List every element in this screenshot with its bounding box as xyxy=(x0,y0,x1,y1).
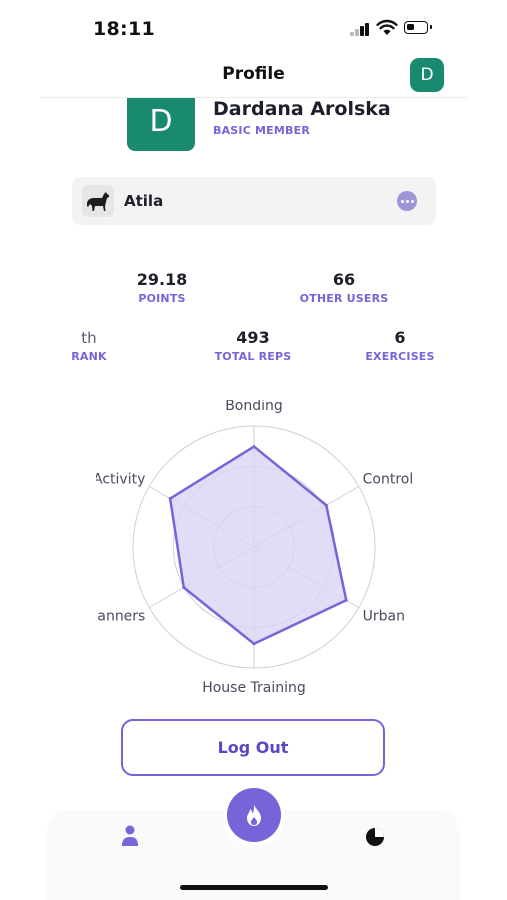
logout-button[interactable]: Log Out xyxy=(121,719,385,776)
flame-icon xyxy=(247,804,261,826)
status-bar: 18:11 xyxy=(0,0,507,58)
radar-axis-label: Bonding xyxy=(225,400,283,414)
radar-axis-label: Manners xyxy=(96,609,145,625)
points-value: 29.18 xyxy=(136,270,188,289)
rank-label: RANK xyxy=(71,350,107,363)
radar-data-point xyxy=(252,445,256,449)
train-button[interactable] xyxy=(227,788,281,842)
other-users-value: 66 xyxy=(332,270,356,289)
profile-name: Dardana Arolska xyxy=(213,98,391,120)
dog-avatar xyxy=(82,185,114,217)
rank-value: th xyxy=(81,329,97,347)
total-reps-value: 493 xyxy=(236,328,270,347)
dog-icon xyxy=(87,192,109,211)
pie-chart-icon[interactable] xyxy=(365,827,385,847)
wifi-icon xyxy=(376,19,398,35)
radar-chart: Bonding Control Urban House Training Manners… xyxy=(96,400,412,696)
radar-data-point xyxy=(324,503,328,507)
total-reps-label: TOTAL REPS xyxy=(214,350,292,363)
exercises-value: 6 xyxy=(394,328,406,347)
other-users-label: OTHER USERS xyxy=(299,292,389,305)
radar-series-area xyxy=(168,445,348,646)
radar-data-point xyxy=(182,586,186,590)
stat-exercises: 6 EXERCISES xyxy=(355,328,445,364)
radar-axis-label: Control xyxy=(363,472,412,488)
points-label: POINTS xyxy=(138,292,186,305)
radar-data-point xyxy=(168,497,172,501)
stat-other-users: 66 OTHER USERS xyxy=(284,270,404,306)
status-time: 18:11 xyxy=(93,18,155,40)
cellular-signal-icon xyxy=(350,22,372,36)
radar-data-point xyxy=(344,598,348,602)
stat-points: 29.18 POINTS xyxy=(112,270,212,306)
radar-axis-label: Urban xyxy=(363,609,405,625)
exercises-label: EXERCISES xyxy=(365,350,435,363)
dog-name: Atila xyxy=(124,192,164,210)
stat-rank: th RANK xyxy=(59,329,119,363)
membership-badge: BASIC MEMBER xyxy=(213,124,310,137)
dog-card[interactable]: Atila xyxy=(72,177,436,225)
header-avatar[interactable]: D xyxy=(410,58,444,92)
radar-data-point xyxy=(252,642,256,646)
stat-total-reps: 493 TOTAL REPS xyxy=(203,328,303,364)
radar-axis-label: House Training xyxy=(202,680,306,696)
battery-icon xyxy=(404,21,432,34)
radar-axis-label: Activity xyxy=(96,472,145,488)
home-indicator xyxy=(180,885,328,890)
profile-avatar: D xyxy=(127,98,195,151)
more-dots-icon[interactable] xyxy=(397,191,417,211)
person-icon[interactable] xyxy=(121,824,139,848)
